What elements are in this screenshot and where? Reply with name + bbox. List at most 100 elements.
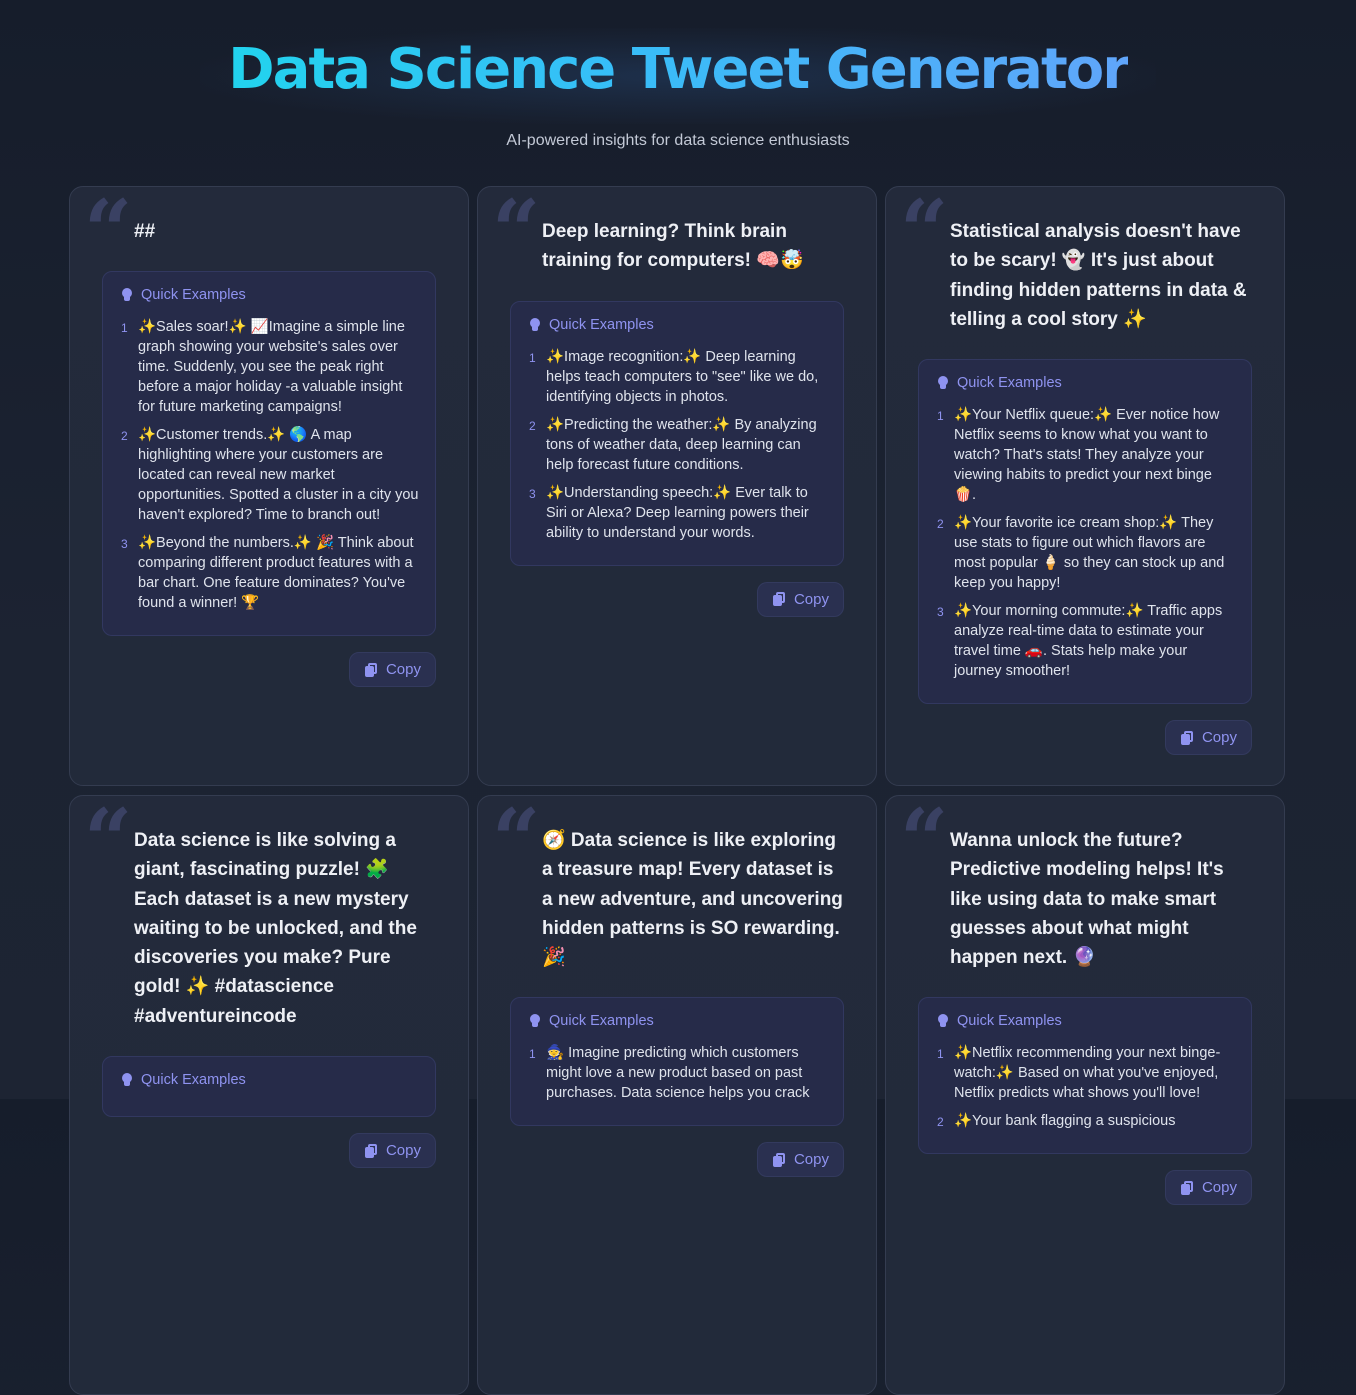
copy-icon	[364, 662, 378, 677]
copy-row: Copy	[542, 1142, 844, 1178]
list-item-text: ✨Predicting the weather:✨ By analyzing t…	[546, 416, 817, 473]
quick-examples-header: Quick Examples	[529, 1013, 827, 1029]
quick-examples-panel: Quick Examples 1 ✨Image recognition:✨ Deep…	[510, 300, 844, 566]
list-item-text: ✨Sales soar!✨ 📈Imagine a simple line gra…	[138, 319, 405, 416]
copy-button[interactable]: Copy	[348, 1133, 436, 1169]
list-item: 2 ✨Your bank flagging a suspicious	[937, 1111, 1235, 1131]
copy-button-label: Copy	[385, 1142, 421, 1160]
list-item-number: 1	[121, 321, 128, 336]
quote-icon: “	[900, 795, 949, 889]
tweet-text: Wanna unlock the future? Predictive mode…	[950, 830, 1224, 969]
list-item-text: ✨Image recognition:✨ Deep learning helps…	[546, 348, 819, 405]
copy-icon	[772, 1152, 786, 1167]
quick-examples-header: Quick Examples	[937, 1013, 1235, 1029]
lightbulb-icon	[937, 1014, 949, 1028]
list-item-number: 1	[937, 1047, 944, 1062]
copy-button-label: Copy	[1201, 729, 1237, 747]
list-item-number: 2	[529, 418, 536, 433]
list-item: 3 ✨Your morning commute:✨ Traffic apps an…	[937, 601, 1235, 681]
tweet-card: “Statistical analysis doesn't have to be…	[885, 186, 1285, 786]
quote-icon: “	[492, 795, 541, 889]
page-subtitle: AI-powered insights for data science ent…	[506, 132, 850, 149]
tweet-card: “🧭 Data science is like exploring a trea…	[477, 795, 877, 1395]
quick-examples-label: Quick Examples	[549, 1013, 654, 1030]
copy-row: Copy	[542, 581, 844, 617]
copy-button-label: Copy	[1201, 1179, 1237, 1197]
examples-list: 1 ✨Sales soar!✨ 📈Imagine a simple line gr…	[121, 317, 419, 613]
quick-examples-header: Quick Examples	[121, 287, 419, 303]
list-item-number: 1	[529, 350, 536, 365]
list-item-text: ✨Netflix recommending your next binge-wa…	[954, 1045, 1221, 1102]
list-item-number: 2	[937, 1115, 944, 1130]
quote-icon: “	[84, 795, 133, 889]
list-item-number: 3	[121, 537, 128, 552]
list-item-text: ✨Your bank flagging a suspicious	[954, 1113, 1176, 1130]
quick-examples-panel: Quick Examples 1 🧙 Imagine predicting whic…	[510, 997, 844, 1127]
page-title: Data Science Tweet Generator	[228, 0, 1130, 104]
examples-list: 1 ✨Your Netflix queue:✨ Ever notice how N…	[937, 405, 1235, 681]
quick-examples-label: Quick Examples	[957, 1013, 1062, 1030]
lightbulb-icon	[937, 376, 949, 390]
quick-examples-panel: Quick Examples 1 ✨Your Netflix queue:✨ Eve…	[918, 359, 1252, 705]
tweet-card: “Data science is like solving a giant, f…	[69, 795, 469, 1395]
list-item: 1 ✨Your Netflix queue:✨ Ever notice how N…	[937, 405, 1235, 505]
lightbulb-icon	[121, 1073, 133, 1087]
list-item: 1 ✨Sales soar!✨ 📈Imagine a simple line gr…	[121, 317, 419, 417]
quick-examples-header: Quick Examples	[937, 375, 1235, 391]
list-item: 3 ✨Beyond the numbers.✨ 🎉 Think about com…	[121, 533, 419, 613]
list-item-text: ✨Beyond the numbers.✨ 🎉 Think about comp…	[138, 535, 414, 612]
list-item: 1 ✨Image recognition:✨ Deep learning help…	[529, 347, 827, 407]
copy-icon	[1180, 1180, 1194, 1195]
list-item-number: 1	[937, 409, 944, 424]
list-item: 1 🧙 Imagine predicting which customers mi…	[529, 1043, 827, 1103]
copy-button-label: Copy	[793, 590, 829, 608]
examples-list: 1 🧙 Imagine predicting which customers mi…	[529, 1043, 827, 1103]
tweet-card: “## Quick Examples 1 ✨Sales soar!✨ 📈Imagine…	[69, 186, 469, 786]
quick-examples-panel: Quick Examples 1 ✨Sales soar!✨ 📈Imagine a …	[102, 271, 436, 637]
tweet-grid: “## Quick Examples 1 ✨Sales soar!✨ 📈Imagine…	[69, 186, 1285, 1395]
list-item-number: 2	[121, 429, 128, 444]
quote-icon: “	[900, 186, 949, 280]
tweet-text: Statistical analysis doesn't have to be …	[950, 221, 1247, 330]
tweet-text: 🧭 Data science is like exploring a treas…	[542, 830, 843, 969]
list-item-text: 🧙 Imagine predicting which customers mig…	[546, 1045, 810, 1102]
quick-examples-label: Quick Examples	[957, 375, 1062, 392]
copy-icon	[1180, 730, 1194, 745]
quick-examples-label: Quick Examples	[549, 316, 654, 333]
copy-row: Copy	[950, 720, 1252, 756]
tweet-text: Data science is like solving a giant, fa…	[134, 830, 417, 1027]
quote-icon: “	[84, 186, 133, 280]
copy-row: Copy	[950, 1170, 1252, 1206]
copy-button-label: Copy	[385, 661, 421, 679]
tweet-text: ##	[134, 221, 156, 242]
copy-button[interactable]: Copy	[1164, 720, 1252, 756]
list-item-number: 1	[529, 1047, 536, 1062]
list-item: 2 ✨Predicting the weather:✨ By analyzing …	[529, 415, 827, 475]
lightbulb-icon	[529, 317, 541, 332]
list-item-text: ✨Your favorite ice cream shop:✨ They use…	[954, 515, 1225, 592]
examples-list: 1 ✨Image recognition:✨ Deep learning help…	[529, 347, 827, 543]
list-item: 2 ✨Your favorite ice cream shop:✨ They us…	[937, 513, 1235, 593]
list-item-text: ✨Customer trends.✨ 🌎 A map highlighting …	[138, 427, 419, 524]
list-item-text: ✨Your Netflix queue:✨ Ever notice how Ne…	[954, 407, 1220, 504]
quote-icon: “	[492, 186, 541, 280]
list-item-text: ✨Understanding speech:✨ Ever talk to Sir…	[546, 484, 809, 541]
list-item: 1 ✨Netflix recommending your next binge-w…	[937, 1043, 1235, 1103]
page-header: Data Science Tweet Generator AI-powered …	[0, 0, 1356, 186]
copy-button-label: Copy	[793, 1151, 829, 1169]
list-item: 2 ✨Customer trends.✨ 🌎 A map highlighting…	[121, 425, 419, 525]
copy-button[interactable]: Copy	[756, 581, 844, 617]
copy-button[interactable]: Copy	[348, 652, 436, 688]
list-item-number: 3	[529, 486, 536, 501]
lightbulb-icon	[121, 288, 133, 302]
quick-examples-label: Quick Examples	[141, 287, 246, 304]
copy-icon	[772, 592, 786, 607]
quick-examples-panel: Quick Examples 1 ✨Netflix recommending you…	[918, 997, 1252, 1155]
copy-button[interactable]: Copy	[756, 1142, 844, 1178]
list-item-number: 3	[937, 605, 944, 620]
copy-button[interactable]: Copy	[1164, 1170, 1252, 1206]
tweet-card: “Wanna unlock the future? Predictive mod…	[885, 795, 1285, 1395]
quick-examples-header: Quick Examples	[121, 1072, 419, 1088]
tweet-card: “Deep learning? Think brain training for…	[477, 186, 877, 786]
list-item-text: ✨Your morning commute:✨ Traffic apps ana…	[954, 603, 1223, 680]
